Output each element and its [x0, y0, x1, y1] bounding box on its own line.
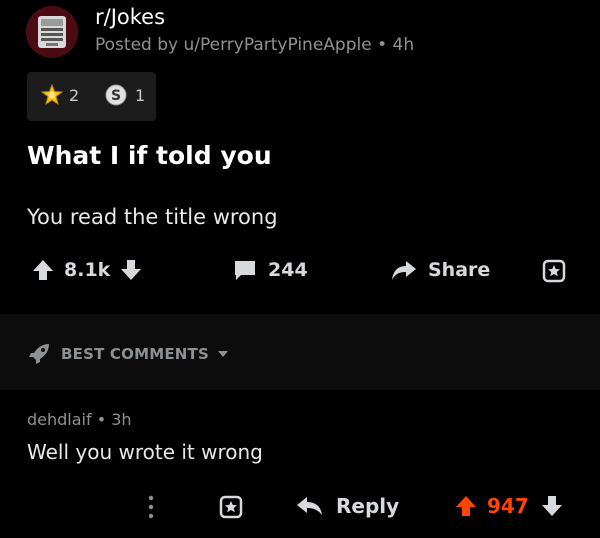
gold-award-icon: [41, 84, 63, 106]
svg-text:S: S: [111, 88, 121, 104]
comment-count: 244: [268, 259, 308, 281]
comment-author[interactable]: dehdlaif: [27, 410, 92, 429]
jokes-logo-icon: [26, 6, 78, 58]
awards-bar[interactable]: 2 S 1: [27, 72, 156, 121]
comment-meta: dehdlaif • 3h: [27, 410, 132, 429]
reply-label: Reply: [336, 494, 400, 518]
award-icon: [542, 259, 566, 283]
award-button[interactable]: [541, 258, 567, 284]
award-silver-count: 1: [135, 85, 146, 105]
meta-separator: •: [377, 35, 393, 55]
subreddit-name[interactable]: r/Jokes: [95, 5, 165, 29]
post-age: 4h: [392, 35, 415, 55]
post-body: You read the title wrong: [27, 205, 278, 229]
share-button[interactable]: Share: [390, 258, 490, 282]
comment-vote-group: 947: [455, 494, 563, 518]
comments-button[interactable]: 244: [232, 258, 308, 282]
comment-score: 947: [487, 494, 529, 518]
meta-separator: •: [96, 410, 112, 429]
upvote-active-icon[interactable]: [455, 494, 477, 518]
award-gold-count: 2: [69, 85, 80, 105]
share-label: Share: [428, 259, 491, 281]
caret-down-icon: [218, 351, 228, 357]
upvote-icon[interactable]: [32, 258, 54, 282]
award-silver: S 1: [105, 84, 145, 106]
comment-award-button[interactable]: [218, 494, 244, 520]
comment-body: Well you wrote it wrong: [27, 440, 263, 464]
share-arrow-icon: [392, 261, 416, 280]
silver-award-icon: S: [105, 84, 127, 106]
subreddit-avatar[interactable]: [26, 6, 78, 58]
post-author[interactable]: Posted by u/PerryPartyPineApple: [95, 35, 372, 55]
comment-icon: [235, 261, 255, 280]
post-vote-group: 8.1k: [32, 258, 142, 282]
post-score: 8.1k: [64, 259, 111, 281]
downvote-icon[interactable]: [541, 494, 563, 518]
award-icon: [219, 495, 243, 519]
post-title[interactable]: What I if told you: [27, 141, 272, 170]
comment-age: 3h: [111, 410, 132, 429]
downvote-icon[interactable]: [120, 258, 142, 282]
award-gold: 2: [41, 84, 79, 106]
sort-label: BEST COMMENTS: [61, 345, 209, 363]
post-meta: Posted by u/PerryPartyPineApple • 4h: [95, 35, 414, 55]
reply-arrow-icon: [297, 497, 322, 515]
more-vertical-icon: [148, 495, 154, 519]
reply-button[interactable]: Reply: [296, 494, 399, 518]
rocket-icon: [29, 344, 49, 364]
sort-dropdown[interactable]: BEST COMMENTS: [27, 342, 229, 366]
more-options-button[interactable]: [146, 494, 156, 520]
